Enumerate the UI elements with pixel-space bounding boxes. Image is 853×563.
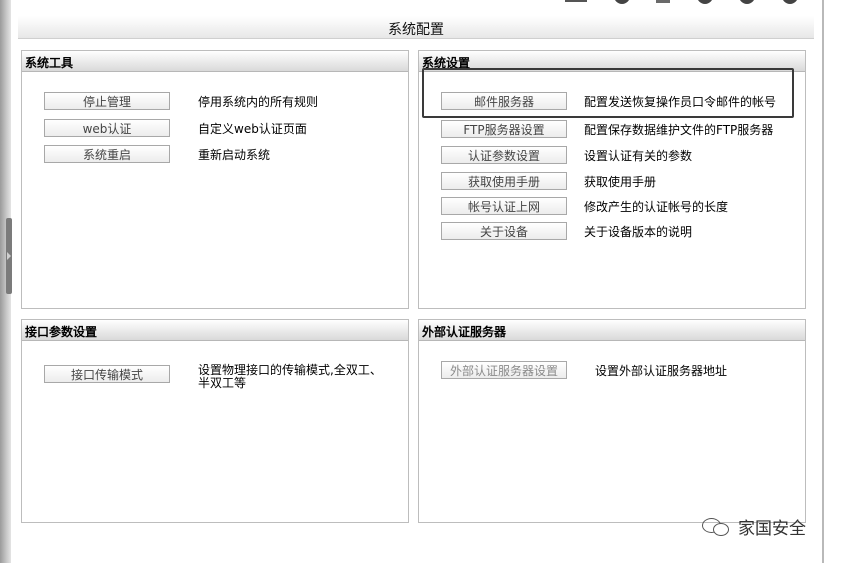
auth-params-button[interactable]: 认证参数设置 (441, 146, 567, 164)
web-auth-desc: 自定义web认证页面 (198, 122, 307, 136)
interface-mode-button[interactable]: 接口传输模式 (44, 365, 170, 383)
web-auth-button[interactable]: web认证 (44, 119, 170, 137)
watermark-text: 家国安全 (738, 518, 806, 539)
panel-system-tools: 系统工具 停止管理 停用系统内的所有规则 web认证 自定义web认证页面 系统… (21, 50, 409, 309)
auth-params-desc: 设置认证有关的参数 (584, 149, 693, 163)
account-auth-button[interactable]: 帐号认证上网 (441, 197, 567, 215)
system-restart-desc: 重新启动系统 (198, 148, 271, 162)
power-icon[interactable] (782, 0, 798, 4)
about-device-button[interactable]: 关于设备 (441, 222, 567, 240)
menu-icon[interactable] (565, 0, 587, 2)
panel-header: 外部认证服务器 (419, 320, 805, 341)
home-icon[interactable] (614, 0, 630, 4)
help-icon[interactable] (739, 0, 755, 4)
get-manual-button[interactable]: 获取使用手册 (441, 172, 567, 190)
panel-title: 系统工具 (25, 56, 74, 70)
wechat-icon (702, 515, 732, 537)
interface-mode-desc: 设置物理接口的传输模式,全双工、半双工等 (198, 363, 382, 390)
about-device-desc: 关于设备版本的说明 (584, 225, 693, 239)
account-auth-desc: 修改产生的认证帐号的长度 (584, 200, 729, 214)
document-icon[interactable] (656, 0, 670, 3)
collapse-handle[interactable] (6, 218, 12, 294)
get-manual-desc: 获取使用手册 (584, 175, 657, 189)
page-title: 系统配置 (388, 22, 444, 38)
ftp-server-desc: 配置保存数据维护文件的FTP服务器 (584, 123, 774, 137)
panel-interface-params: 接口参数设置 接口传输模式 设置物理接口的传输模式,全双工、半双工等 (21, 319, 409, 523)
refresh-icon[interactable] (697, 0, 713, 4)
external-auth-server-desc: 设置外部认证服务器地址 (595, 364, 728, 378)
top-toolbar (560, 0, 810, 6)
watermark: 家国安全 (702, 514, 806, 539)
ftp-server-button[interactable]: FTP服务器设置 (441, 120, 567, 138)
page-title-bar: 系统配置 (18, 16, 814, 39)
panel-title: 外部认证服务器 (422, 325, 507, 339)
external-auth-server-button[interactable]: 外部认证服务器设置 (441, 361, 567, 379)
highlight-annotation-box (422, 68, 794, 118)
panel-header: 系统工具 (22, 51, 408, 72)
stop-management-desc: 停用系统内的所有规则 (198, 95, 319, 109)
panel-external-auth: 外部认证服务器 外部认证服务器设置 设置外部认证服务器地址 (418, 319, 806, 523)
panel-header: 接口参数设置 (22, 320, 408, 341)
panel-title: 接口参数设置 (25, 325, 98, 339)
stop-management-button[interactable]: 停止管理 (44, 92, 170, 110)
system-restart-button[interactable]: 系统重启 (44, 145, 170, 163)
window-right-edge (822, 0, 853, 563)
